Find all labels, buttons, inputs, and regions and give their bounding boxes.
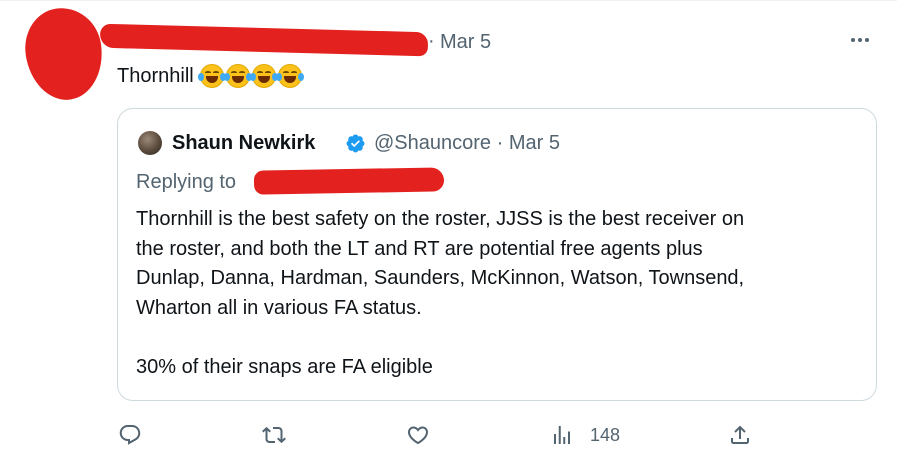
more-dot-icon [865,38,869,42]
quoted-body-line: 30% of their snaps are FA eligible [136,355,433,378]
quoted-body-line: the roster, and both the LT and RT are p… [136,237,703,260]
quoted-body-line: Thornhill is the best safety on the rost… [136,208,745,230]
quoted-body-line: Dunlap, Danna, Hardman, Saunders, McKinn… [136,267,745,289]
tears-of-joy-emoji-icon [249,64,278,88]
reply-icon [119,425,141,445]
avatar[interactable] [19,3,109,105]
action-bar: 148 [0,418,897,452]
retweet-button[interactable] [262,418,286,452]
tears-of-joy-emoji-icon [197,64,226,88]
more-dot-icon [851,38,855,42]
more-options-button[interactable] [845,25,875,55]
tears-of-joy-emoji-icon [275,64,304,88]
author-name[interactable] [99,23,429,57]
verified-badge-icon [346,134,365,153]
quoted-author-name[interactable]: Shaun Newkirk [172,132,315,155]
tweet-text: Thornhill [117,64,304,88]
quoted-tweet[interactable]: Shaun Newkirk @Shauncore · Mar 5 Replyin… [117,108,877,401]
reply-button[interactable] [118,418,142,452]
like-button[interactable] [406,418,430,452]
views-button[interactable]: 148 [550,418,620,452]
tears-of-joy-emoji-icon [223,64,252,88]
tweet: · Mar 5 Thornhill Shaun Newkirk @Shaunco… [0,0,897,461]
emoji-group [197,64,304,88]
share-button[interactable] [728,418,752,452]
quoted-handle[interactable]: @Shauncore · Mar 5 [374,132,560,155]
separator-dot: · [428,30,435,52]
views-count: 148 [590,424,621,445]
more-dot-icon [858,38,862,42]
quoted-avatar[interactable] [138,131,162,155]
views-icon [554,426,570,444]
retweet-icon [262,426,286,444]
replying-to-user[interactable] [253,167,445,195]
like-icon [407,426,429,445]
replying-to-label: Replying to [136,171,237,193]
tweet-text-content: Thornhill [117,64,194,87]
share-icon [731,425,749,444]
quoted-body: Thornhill is the best safety on the rost… [136,205,866,382]
tweet-date[interactable]: Mar 5 [440,31,491,54]
divider [0,0,897,1]
quoted-body-line: Wharton all in various FA status. [136,296,422,319]
